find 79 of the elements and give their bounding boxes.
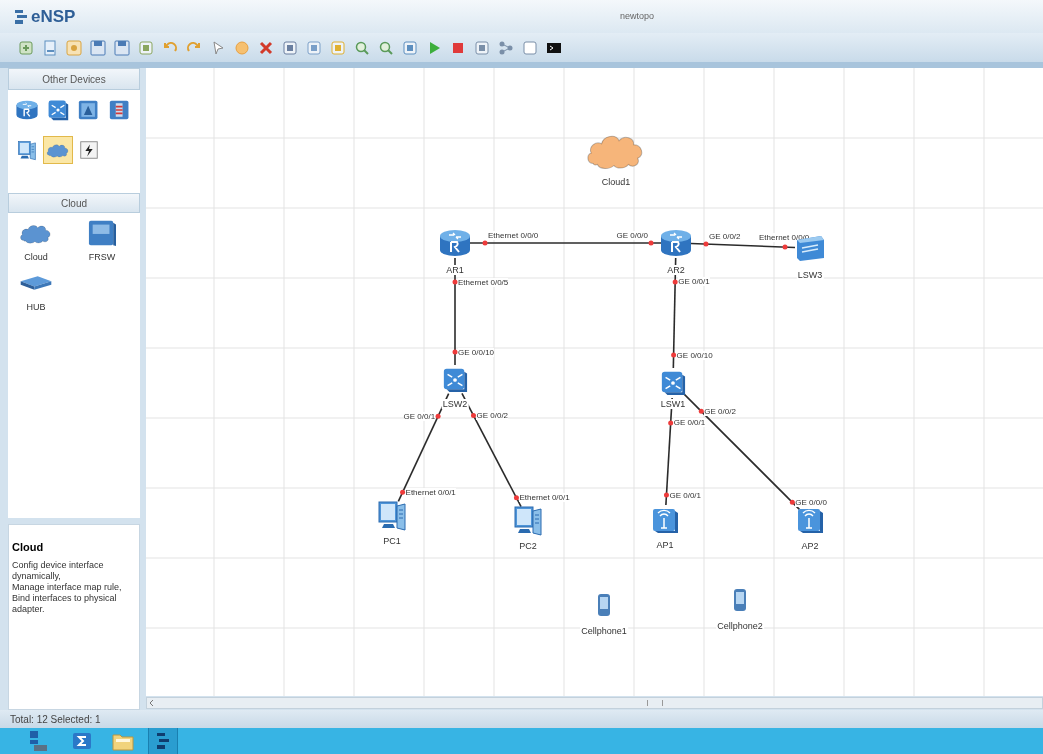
device-item[interactable]: FRSW — [74, 219, 130, 265]
computer-icon[interactable] — [377, 498, 407, 532]
port-marker — [698, 408, 704, 414]
section-header: Cloud — [8, 193, 140, 213]
ensp-taskbar-icon[interactable] — [148, 728, 178, 754]
link-line[interactable] — [454, 257, 456, 366]
port-label: Ethernet 0/0/1 — [519, 493, 570, 503]
port-label: GE 0/0/2 — [704, 406, 736, 416]
device-label: AP1 — [655, 540, 675, 550]
port-marker — [671, 352, 677, 358]
device-label: Cellphone1 — [580, 626, 628, 636]
access-point-icon[interactable] — [651, 506, 679, 534]
access-point-icon[interactable] — [796, 506, 824, 534]
description-text: Bind interfaces to physical adapter. — [12, 592, 118, 615]
port-marker — [452, 279, 458, 285]
port-label: Ethernet 0/0/0 — [488, 231, 539, 240]
horizontal-scrollbar[interactable] — [146, 697, 1043, 709]
device-label: AR2 — [666, 265, 686, 275]
document-icon[interactable] — [41, 38, 59, 57]
device-label: LSW1 — [659, 399, 687, 409]
port-marker — [663, 492, 669, 498]
device-item[interactable]: HUB — [8, 268, 64, 314]
port-marker — [452, 349, 458, 355]
device-label: Cloud1 — [600, 177, 632, 187]
cellphone-icon[interactable] — [733, 588, 747, 612]
port-label: GE 0/0/2 — [708, 232, 741, 242]
device-label: AP2 — [800, 541, 820, 551]
save-icon[interactable] — [89, 38, 107, 57]
port-marker — [703, 241, 709, 247]
app-name: eNSP — [31, 5, 76, 28]
port-label: GE 0/0/10 — [458, 347, 495, 357]
server-icon[interactable] — [28, 730, 48, 752]
port-label: GE 0/0/2 — [476, 410, 509, 420]
folder-icon[interactable] — [112, 731, 134, 751]
save-as-icon[interactable] — [113, 38, 131, 57]
router-icon[interactable] — [438, 228, 472, 258]
port-label: GE 0/0/0 — [616, 231, 648, 240]
window-icon[interactable] — [521, 38, 539, 57]
port-marker — [435, 413, 441, 419]
computer-icon[interactable] — [513, 503, 543, 537]
device-label: AR1 — [445, 265, 465, 275]
router-icon[interactable] — [659, 228, 693, 258]
port-marker — [668, 420, 674, 426]
port-marker — [482, 240, 488, 246]
cloud-icon[interactable] — [43, 136, 73, 164]
port-label: Ethernet 0/0/5 — [458, 277, 509, 287]
device-label: LSW3 — [796, 270, 824, 280]
switch-icon[interactable] — [660, 370, 686, 396]
device-label: PC1 — [382, 536, 402, 546]
port-label: Ethernet 0/0/1 — [405, 487, 456, 497]
description-text: Config device interface dynamically, — [12, 559, 105, 582]
switch-icon[interactable] — [442, 367, 468, 393]
port-label: GE 0/0/1 — [673, 418, 706, 428]
add-icon[interactable] — [17, 38, 35, 57]
sigma-icon[interactable] — [72, 732, 92, 750]
device-label: LSW2 — [441, 399, 469, 409]
logo-icon — [14, 8, 28, 25]
port-marker — [789, 499, 795, 505]
port-label: GE 0/0/1 — [403, 411, 436, 421]
port-label: GE 0/0/1 — [669, 490, 702, 500]
link-line[interactable] — [690, 242, 796, 249]
device-item[interactable]: Cloud — [8, 219, 64, 265]
port-marker — [513, 495, 519, 501]
description-title: Cloud — [12, 540, 45, 555]
port-label: GE 0/0/10 — [676, 350, 713, 360]
port-marker — [471, 412, 476, 418]
device-label: PC2 — [518, 541, 538, 551]
port-marker — [672, 279, 678, 285]
port-label: GE 0/0/0 — [795, 497, 827, 507]
port-label: GE 0/0/1 — [678, 277, 710, 287]
status-text: Total: 12 Selected: 1 — [10, 712, 101, 727]
device-label: Cellphone2 — [716, 621, 764, 631]
window-title: newtopo — [620, 9, 655, 23]
port-marker — [782, 244, 788, 250]
description-text: Manage interface map rule, — [12, 581, 123, 593]
port-marker — [648, 240, 654, 246]
cellphone-icon[interactable] — [597, 593, 611, 617]
section-header: Other Devices — [8, 68, 140, 90]
port-marker — [400, 489, 406, 495]
